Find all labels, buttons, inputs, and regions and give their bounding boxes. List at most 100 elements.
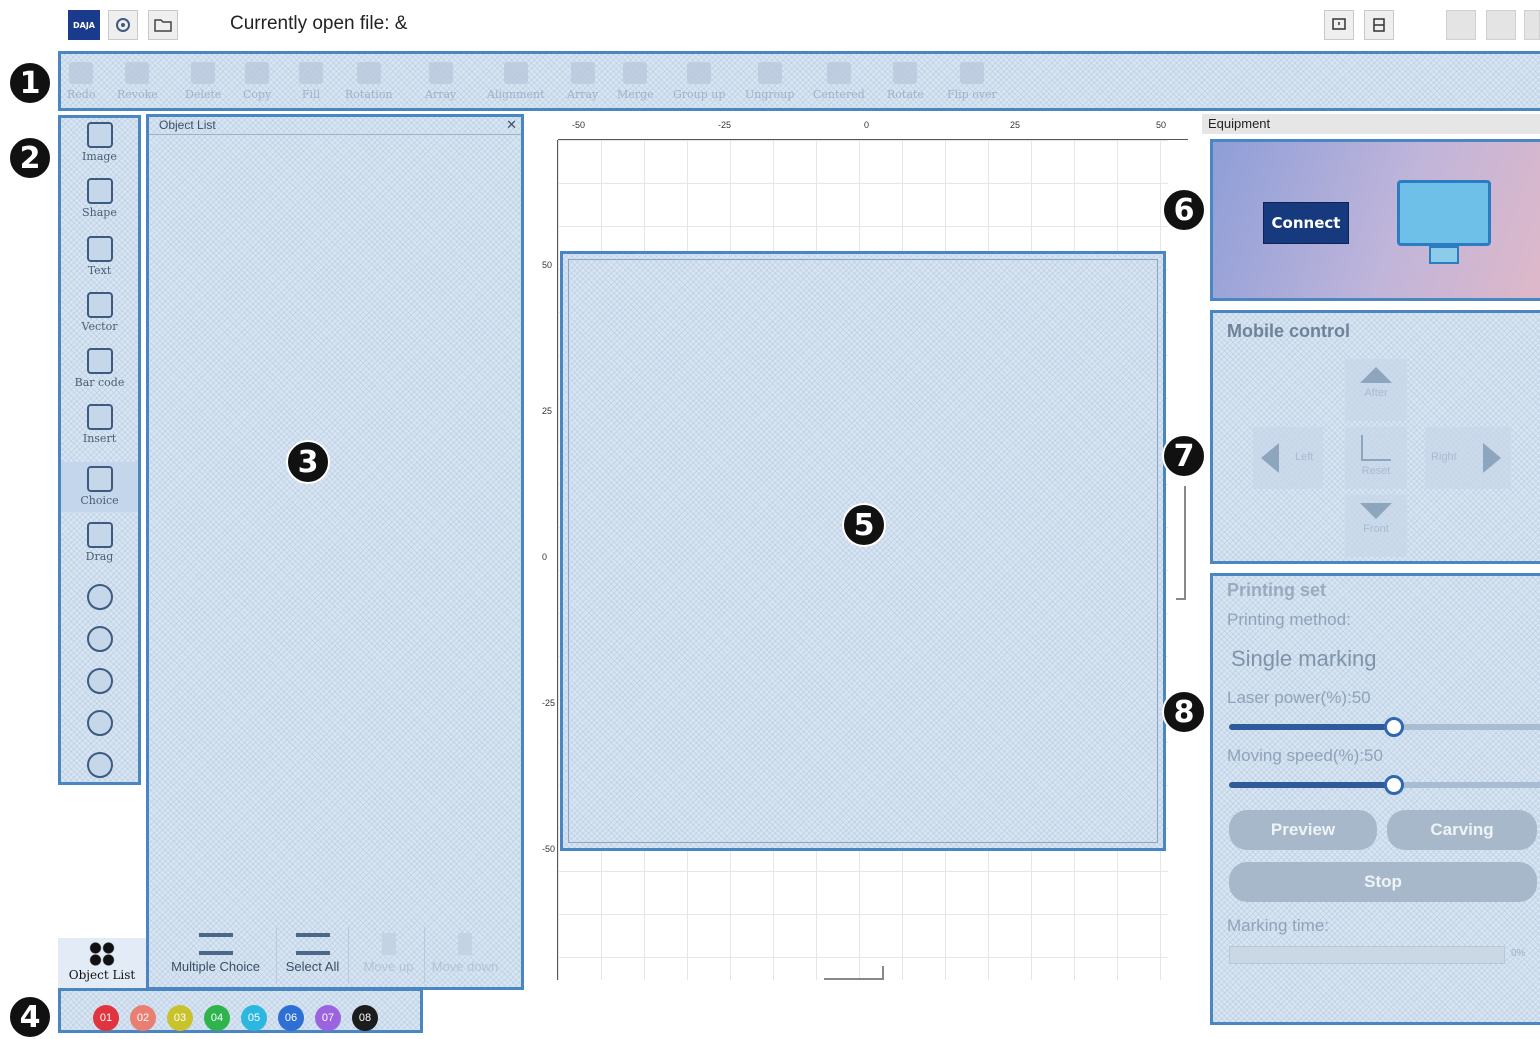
app-logo: DAJA: [68, 10, 100, 40]
zoom-select-icon: [86, 752, 113, 778]
layer-07[interactable]: 07: [315, 1005, 341, 1031]
toolbar-item-revoke[interactable]: Revoke: [117, 62, 158, 101]
tool-text[interactable]: Text: [61, 236, 138, 277]
object-list-tab[interactable]: Object List: [58, 938, 146, 988]
tool-shape[interactable]: Shape: [61, 178, 138, 219]
toolbar-item-centered[interactable]: Centered: [813, 62, 865, 101]
layer-05[interactable]: 05: [241, 1005, 267, 1031]
move-after-button[interactable]: After: [1345, 359, 1407, 421]
select-all-button[interactable]: Select All: [277, 927, 349, 983]
toolbar-item-redo[interactable]: Redo: [67, 62, 95, 101]
monitor-stand-icon: [1429, 246, 1459, 264]
barcode-icon: [86, 348, 113, 374]
multiple-choice-button[interactable]: Multiple Choice: [155, 927, 277, 983]
toolbar-item-flip-over[interactable]: Flip over: [947, 62, 997, 101]
stop-button[interactable]: Stop: [1229, 862, 1537, 902]
settings-gear-icon[interactable]: [108, 10, 138, 40]
toolbar-item-ungroup[interactable]: Ungroup: [745, 62, 794, 101]
layer-08[interactable]: 08: [352, 1005, 378, 1031]
marking-time-label: Marking time:: [1227, 916, 1330, 935]
zoom-in-button[interactable]: [61, 584, 138, 612]
main-toolbar: Redo Revoke Delete Copy Fill Rotation Ar…: [58, 51, 1540, 111]
toolbar-item-rotation[interactable]: Rotation: [345, 62, 393, 101]
marking-progress-text: 0%: [1511, 948, 1526, 959]
object-list-close-icon[interactable]: ✕: [506, 117, 517, 133]
grid-icon: [89, 942, 115, 966]
zoom-select-button[interactable]: [61, 752, 138, 780]
arrow-right-icon: [1483, 443, 1501, 473]
design-canvas[interactable]: -50 -25 0 25 50 50 25 0 -25 -50: [528, 114, 1200, 990]
printing-set-panel: Printing set Printing method: Single mar…: [1210, 573, 1540, 1025]
layer-06[interactable]: 06: [278, 1005, 304, 1031]
laser-power-knob[interactable]: [1384, 717, 1404, 737]
image-icon: [86, 122, 113, 148]
toolbar-item-alignment[interactable]: Alignment: [487, 62, 545, 101]
move-down-button[interactable]: Move down: [429, 927, 501, 983]
move-front-button[interactable]: Front: [1345, 495, 1407, 557]
star-icon: [86, 178, 113, 204]
arrow-up-icon: [1360, 367, 1392, 383]
laser-power-slider[interactable]: [1229, 717, 1540, 737]
callout-badge-3: 3: [286, 440, 330, 484]
callout-badge-4: 4: [8, 995, 52, 1039]
preview-button[interactable]: Preview: [1229, 810, 1377, 850]
tool-vector[interactable]: Vector: [61, 292, 138, 333]
minimize-button[interactable]: [1446, 10, 1476, 40]
toolbar-item-array[interactable]: Array: [425, 62, 456, 101]
close-button[interactable]: [1524, 10, 1540, 40]
object-list-panel: Object List ✕ Multiple Choice Select All…: [146, 114, 524, 990]
work-area[interactable]: [560, 251, 1166, 851]
toolbar-item-merge[interactable]: Merge: [617, 62, 654, 101]
tool-insert[interactable]: Insert: [61, 404, 138, 445]
insert-icon: [86, 404, 113, 430]
layer-04[interactable]: 04: [204, 1005, 230, 1031]
toolbar-item-copy[interactable]: Copy: [243, 62, 271, 101]
layer-01[interactable]: 01: [93, 1005, 119, 1031]
printing-method-select[interactable]: Single marking: [1231, 646, 1377, 672]
toolbar-item-group-up[interactable]: Group up: [673, 62, 725, 101]
move-left-button[interactable]: Left: [1253, 427, 1323, 489]
origin-icon: [1361, 435, 1391, 461]
tool-choice[interactable]: Choice: [61, 462, 138, 512]
move-up-button[interactable]: Move up: [353, 927, 425, 983]
device-icon[interactable]: [1364, 10, 1394, 40]
equipment-header: Equipment: [1202, 114, 1540, 134]
zoom-fit-icon: [86, 668, 113, 694]
current-file-label: Currently open file: &: [230, 13, 408, 34]
tool-image[interactable]: Image: [61, 122, 138, 163]
moving-speed-slider[interactable]: [1229, 775, 1540, 795]
tool-drag[interactable]: Drag: [61, 522, 138, 563]
callout-badge-7: 7: [1162, 434, 1206, 478]
feedback-icon[interactable]: [1324, 10, 1354, 40]
toolbar-item-array-2[interactable]: Array: [567, 62, 598, 101]
tool-bar-code[interactable]: Bar code: [61, 348, 138, 389]
toolbar-item-fill[interactable]: Fill: [299, 62, 323, 101]
reset-button[interactable]: Reset: [1345, 427, 1407, 489]
hand-icon: [86, 522, 113, 548]
move-right-button[interactable]: Right: [1425, 427, 1511, 489]
moving-speed-knob[interactable]: [1384, 775, 1404, 795]
horizontal-scrollbar[interactable]: [824, 966, 884, 980]
work-area-border: [568, 259, 1158, 843]
connect-button[interactable]: Connect: [1263, 202, 1349, 244]
open-folder-icon[interactable]: [148, 10, 178, 40]
printing-method-label: Printing method:: [1227, 610, 1351, 629]
arrow-down-icon: [458, 933, 472, 955]
arrow-up-icon: [381, 933, 396, 955]
layer-03[interactable]: 03: [167, 1005, 193, 1031]
toolbar-item-delete[interactable]: Delete: [185, 62, 221, 101]
cursor-icon: [86, 466, 113, 492]
zoom-fit-button[interactable]: [61, 668, 138, 696]
title-bar: DAJA Currently open file: &: [0, 0, 1540, 50]
layer-02[interactable]: 02: [130, 1005, 156, 1031]
zoom-out-icon: [86, 626, 113, 652]
maximize-button[interactable]: [1486, 10, 1516, 40]
zoom-out-button[interactable]: [61, 626, 138, 654]
carving-button[interactable]: Carving: [1387, 810, 1537, 850]
vertical-scrollbar[interactable]: [1176, 486, 1186, 600]
toolbar-item-rotate[interactable]: Rotate: [887, 62, 924, 101]
zoom-reset-button[interactable]: [61, 710, 138, 738]
left-toolbar: Image Shape Text Vector Bar code Insert …: [58, 115, 141, 785]
callout-badge-6: 6: [1162, 188, 1206, 232]
zoom-in-icon: [86, 584, 113, 610]
